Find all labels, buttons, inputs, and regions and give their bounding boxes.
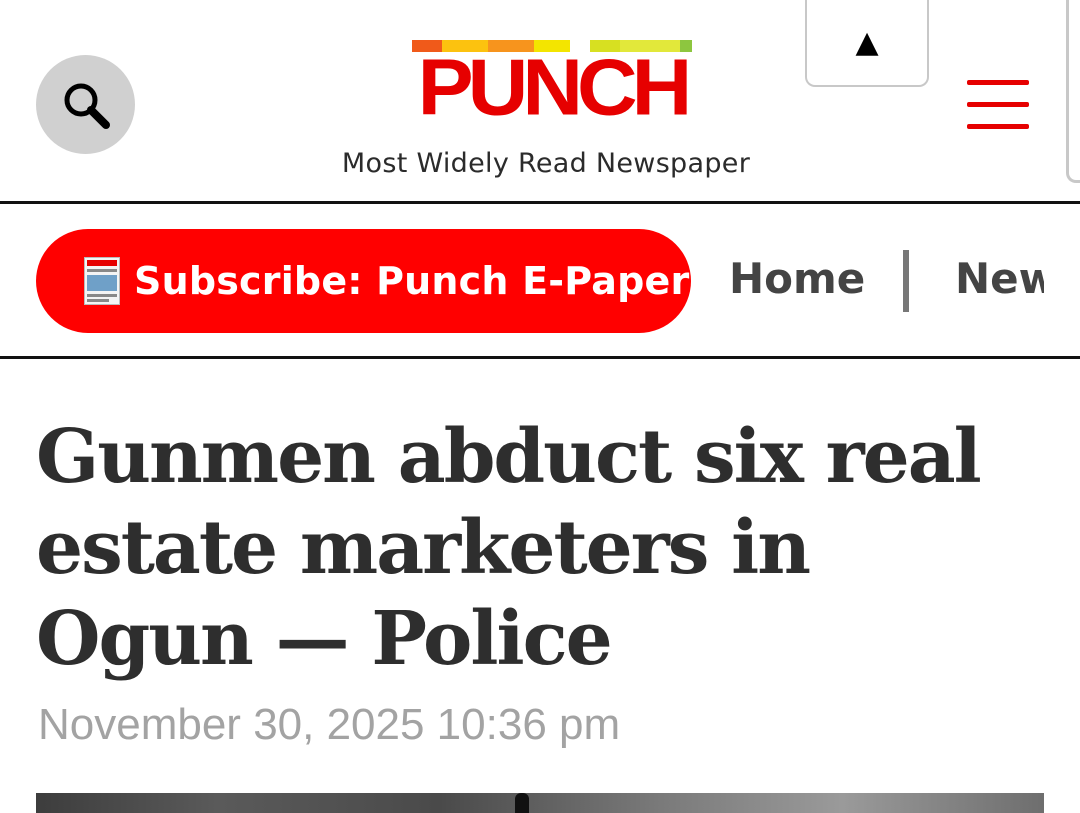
epaper-thumbnail-icon bbox=[84, 257, 120, 305]
site-tagline: Most Widely Read Newspaper bbox=[341, 148, 751, 179]
nav-separator bbox=[903, 250, 909, 312]
logo-wordmark: PUNCH bbox=[417, 42, 693, 132]
article-date: November 30, 2025 10:36 pm bbox=[38, 700, 621, 749]
subscribe-label: Subscribe: Punch E-Paper bbox=[134, 259, 690, 303]
hamburger-menu-icon[interactable] bbox=[964, 76, 1032, 134]
main-navigation: Subscribe: Punch E-Paper Home New bbox=[0, 204, 1080, 358]
side-panel-edge bbox=[1066, 0, 1080, 183]
subscribe-epaper-button[interactable]: Subscribe: Punch E-Paper bbox=[36, 229, 691, 333]
nav-bottom-divider bbox=[0, 356, 1080, 359]
search-button[interactable] bbox=[36, 55, 135, 154]
site-logo[interactable]: PUNCH Most Widely Read Newspaper bbox=[336, 38, 756, 188]
site-header: PUNCH Most Widely Read Newspaper ▲ bbox=[0, 0, 1080, 203]
article-hero-image bbox=[36, 793, 1044, 813]
search-icon bbox=[64, 83, 110, 129]
arrow-up-icon: ▲ bbox=[855, 25, 879, 60]
article-headline: Gunmen abduct six real estate marketers … bbox=[36, 414, 982, 682]
nav-item-news[interactable]: New bbox=[955, 254, 1044, 303]
hero-image-subject bbox=[515, 793, 529, 813]
nav-item-home[interactable]: Home bbox=[729, 254, 865, 303]
scroll-to-top-button[interactable]: ▲ bbox=[805, 0, 929, 87]
